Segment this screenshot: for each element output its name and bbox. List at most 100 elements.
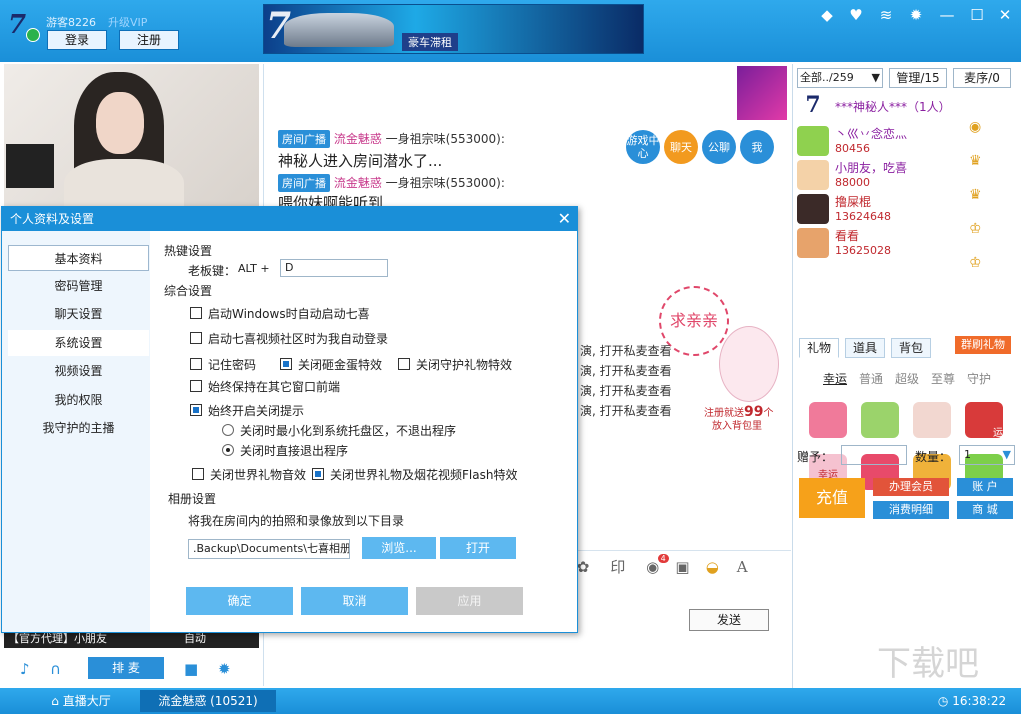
settings-gear-icon[interactable]: ✹	[218, 660, 231, 678]
my-chat-button[interactable]: 我	[740, 130, 774, 164]
album-path-input[interactable]: .Backup\Documents\七喜相册	[188, 539, 350, 559]
hotkey-title: 热键设置	[164, 244, 213, 258]
promo-bag: 放入背包里	[712, 421, 762, 432]
apply-button[interactable]: 应用	[416, 587, 523, 615]
ok-button[interactable]: 确定	[186, 587, 293, 615]
maximize-icon[interactable]: ☐	[968, 6, 986, 24]
clock-time: 16:38:22	[952, 694, 1007, 708]
close-egg-effect-checkbox[interactable]	[280, 358, 292, 370]
video-icon[interactable]: ■	[184, 660, 198, 678]
queue-mic-button[interactable]: 排 麦	[88, 657, 164, 679]
skin-icon[interactable]: ◆	[818, 6, 836, 24]
autologin-checkbox[interactable]	[190, 332, 202, 344]
clock-icon: ◷	[937, 694, 953, 708]
user-filter-select[interactable]: 全部../259 ▼	[797, 68, 883, 88]
autostart-checkbox[interactable]	[190, 307, 202, 319]
chat-message: 房间广播 流金魅惑 一身祖宗味(553000):	[278, 174, 505, 192]
subtab-supreme[interactable]: 至尊	[931, 370, 955, 387]
nav-system-settings[interactable]: 系统设置	[8, 330, 149, 356]
account-button[interactable]: 账 户	[957, 478, 1013, 496]
subtab-super[interactable]: 超级	[895, 370, 919, 387]
mall-button[interactable]: 商 城	[957, 501, 1013, 519]
minimize-icon[interactable]: —	[938, 6, 956, 24]
user-row[interactable]: 看看 13625028	[797, 226, 1015, 260]
video-window[interactable]	[4, 64, 259, 206]
microphone-icon[interactable]: ♪	[20, 660, 30, 678]
gear-icon[interactable]: ✹	[907, 6, 925, 24]
tab-props[interactable]: 道具	[845, 338, 885, 358]
gift-item[interactable]: 运	[965, 402, 1003, 439]
close-prompt-checkbox[interactable]	[190, 404, 202, 416]
world-gift-flash-checkbox[interactable]	[312, 468, 324, 480]
minimize-to-tray-radio[interactable]	[222, 424, 234, 436]
recharge-button[interactable]: 充值	[799, 478, 865, 518]
nav-video-settings[interactable]: 视频设置	[8, 358, 149, 384]
tab-mic-order[interactable]: 麦序/0	[953, 68, 1011, 88]
box-icon[interactable]: ▣	[669, 558, 695, 576]
sender-name[interactable]: 流金魅惑	[334, 132, 382, 146]
send-button[interactable]: 发送	[689, 609, 769, 631]
gift-item[interactable]	[809, 402, 847, 438]
mic-promo-image[interactable]	[737, 66, 787, 120]
font-icon[interactable]: A	[729, 558, 755, 576]
user-row[interactable]: 7 ***神秘人***（1人）	[797, 90, 1015, 124]
nav-permissions[interactable]: 我的权限	[8, 387, 149, 413]
exit-directly-radio[interactable]	[222, 444, 234, 456]
tab-gift[interactable]: 礼物	[799, 338, 839, 358]
brush-gift-button[interactable]: 群刷礼物	[955, 336, 1011, 354]
room-tab[interactable]: 流金魅惑 (10521)	[140, 690, 276, 712]
quantity-label: 数量：	[915, 450, 952, 464]
nav-guarded-hosts[interactable]: 我守护的主播	[8, 415, 149, 441]
lobby-button[interactable]: ⌂ 直播大厅	[26, 690, 136, 712]
sender-name[interactable]: 流金魅惑	[334, 176, 382, 190]
world-gift-sound-checkbox[interactable]	[192, 468, 204, 480]
user-name: 小朋友，吃喜	[835, 161, 908, 175]
chat-tab-button[interactable]: 聊天	[664, 130, 698, 164]
register-button[interactable]: 注册	[119, 30, 179, 50]
consume-button[interactable]: 消费明细	[873, 501, 949, 519]
nav-chat-settings[interactable]: 聊天设置	[8, 301, 149, 327]
user-id: 80456	[835, 142, 870, 155]
subtab-guard[interactable]: 守护	[967, 370, 991, 387]
user-row[interactable]: 撸屎棍 13624648	[797, 192, 1015, 226]
camera-icon[interactable]: ◉ 4	[640, 554, 669, 576]
close-egg-effect-label: 关闭砸金蛋特效	[298, 358, 383, 372]
close-guard-effect-checkbox[interactable]	[398, 358, 410, 370]
wifi-icon[interactable]: ≋	[877, 6, 895, 24]
nav-basic-info[interactable]: 基本资料	[8, 245, 149, 271]
close-icon[interactable]: ✕	[558, 207, 571, 231]
login-button[interactable]: 登录	[47, 30, 107, 50]
streamer-face	[96, 92, 144, 154]
boss-key-input[interactable]: D	[280, 259, 388, 277]
avatar	[797, 160, 829, 190]
user-name: ***神秘人***（1人）	[835, 100, 951, 114]
subtab-lucky[interactable]: 幸运	[823, 370, 847, 387]
heart-icon[interactable]: ♥	[847, 6, 865, 24]
give-to-input[interactable]	[841, 445, 907, 465]
cancel-button[interactable]: 取消	[301, 587, 408, 615]
upgrade-vip-link[interactable]: 升级VIP	[108, 14, 147, 30]
always-on-top-checkbox[interactable]	[190, 380, 202, 392]
remember-password-checkbox[interactable]	[190, 358, 202, 370]
tab-bag[interactable]: 背包	[891, 338, 931, 358]
gift-icon[interactable]: ◒	[699, 558, 725, 576]
stamp-icon[interactable]: 印	[600, 556, 636, 577]
tab-manage[interactable]: 管理/15	[889, 68, 947, 88]
user-row[interactable]: 丶巛丷念恋灬 80456	[797, 124, 1015, 158]
subtab-normal[interactable]: 普通	[859, 370, 883, 387]
headphone-icon[interactable]: ∩	[50, 660, 61, 678]
nav-password[interactable]: 密码管理	[8, 273, 149, 299]
ad-banner[interactable]: 7 豪车滞租	[263, 4, 644, 54]
gift-item[interactable]	[913, 402, 951, 438]
user-row[interactable]: 小朋友，吃喜 88000	[797, 158, 1015, 192]
world-gift-sound-label: 关闭世界礼物音效	[210, 468, 307, 482]
browse-button[interactable]: 浏览...	[362, 537, 436, 559]
gift-item[interactable]	[861, 402, 899, 438]
public-chat-button[interactable]: 公聊	[702, 130, 736, 164]
member-button[interactable]: 办理会员	[873, 478, 949, 496]
close-icon[interactable]: ✕	[996, 6, 1014, 24]
quantity-select[interactable]: 1 ▼	[959, 445, 1015, 465]
open-button[interactable]: 打开	[440, 537, 516, 559]
world-gift-flash-label: 关闭世界礼物及烟花视频Flash特效	[330, 468, 518, 482]
game-center-button[interactable]: 游戏中心	[626, 130, 660, 164]
